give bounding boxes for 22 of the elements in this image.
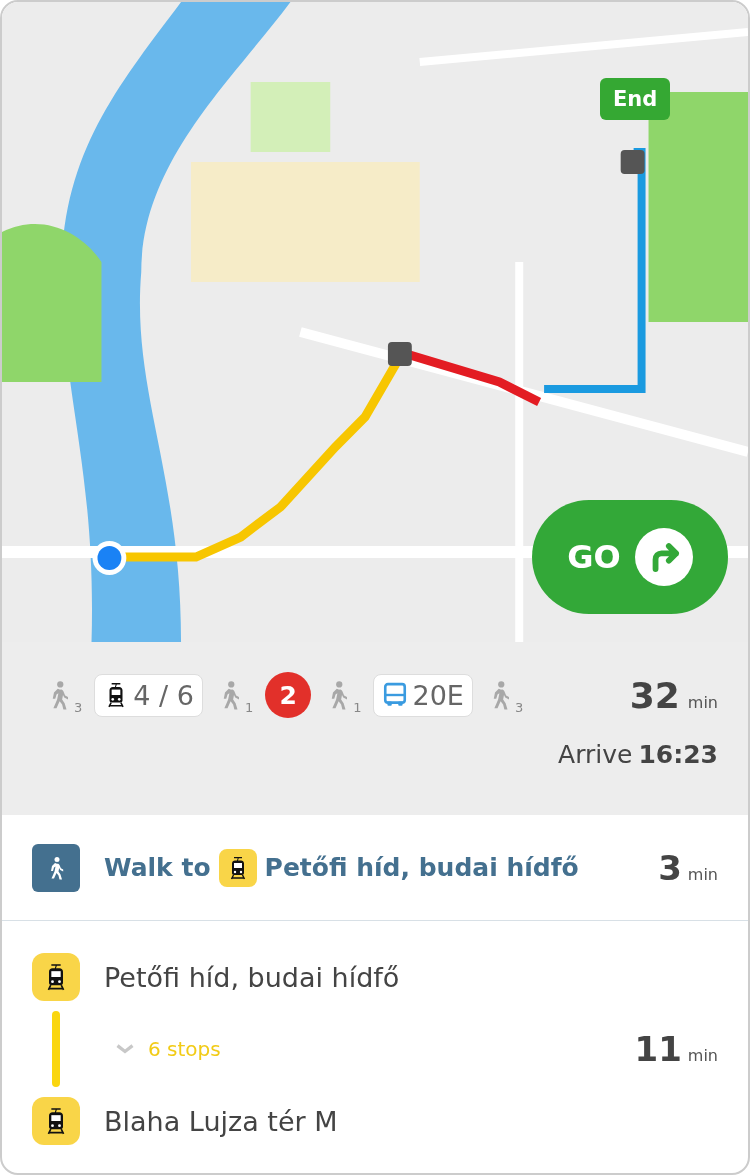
step-duration: 3: [658, 847, 682, 888]
walk-minutes: 1: [353, 700, 362, 715]
walk-instruction: Walk to: [104, 853, 211, 882]
walk-destination: Petőfi híd, budai hídfő: [264, 853, 579, 882]
walk-minutes: 3: [514, 700, 524, 715]
stop-name: Blaha Lujza tér M: [104, 1105, 338, 1137]
arrival-time: 16:23: [638, 740, 718, 769]
metro-line-badge: 2: [265, 672, 312, 718]
leg-duration: 11: [634, 1029, 682, 1069]
stop-name: Petőfi híd, budai hídfő: [104, 961, 400, 993]
duration-unit: min: [687, 864, 718, 884]
total-duration: 32: [629, 674, 680, 716]
arrive-label: Arrive: [558, 740, 633, 769]
walk-minutes: 1: [244, 700, 254, 715]
stops-toggle[interactable]: 6 stops: [112, 1037, 221, 1061]
end-marker-label: End: [600, 78, 671, 120]
map-view[interactable]: End GO: [2, 2, 748, 642]
duration-unit: min: [687, 692, 718, 712]
duration-unit: min: [687, 1046, 718, 1065]
walk-minutes: 3: [74, 700, 83, 715]
line-number: 20E: [412, 679, 464, 711]
line-number: 4 / 6: [133, 679, 194, 711]
